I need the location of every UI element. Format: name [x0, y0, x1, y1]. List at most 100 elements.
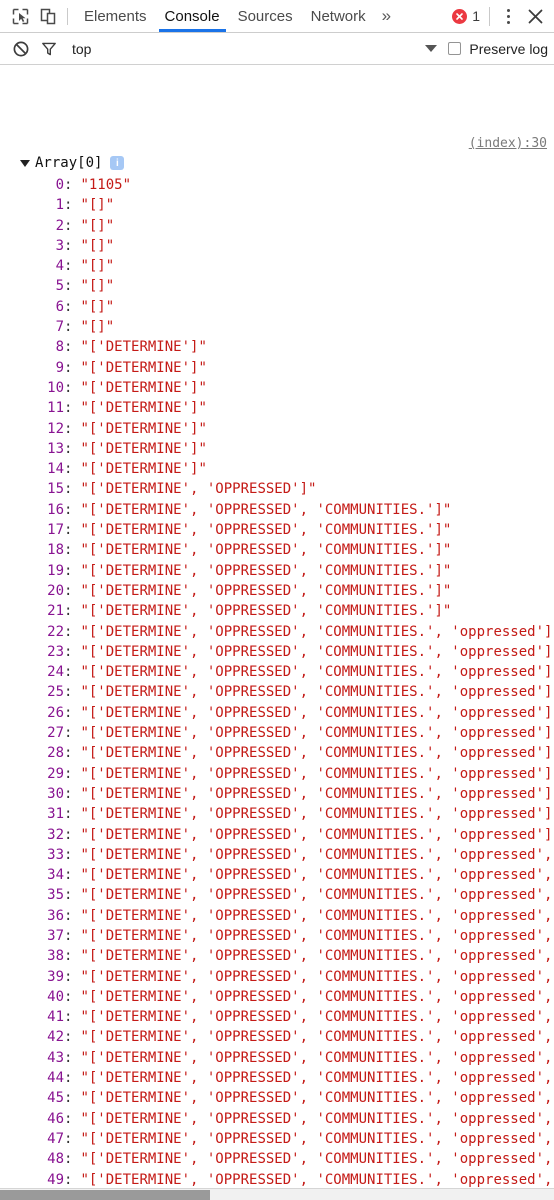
array-entry-row[interactable]: 32: "['DETERMINE', 'OPPRESSED', 'COMMUNIT…: [0, 825, 554, 845]
array-entry-value: "['DETERMINE', 'OPPRESSED', 'COMMUNITIES…: [80, 907, 554, 924]
tab-elements[interactable]: Elements: [75, 0, 156, 32]
array-entry-colon: :: [64, 1090, 73, 1107]
array-entry-row[interactable]: 23: "['DETERMINE', 'OPPRESSED', 'COMMUNIT…: [0, 642, 554, 662]
array-entry-row[interactable]: 5: "[]": [0, 276, 554, 296]
array-entry-row[interactable]: 16: "['DETERMINE', 'OPPRESSED', 'COMMUNIT…: [0, 500, 554, 520]
array-entry-row[interactable]: 18: "['DETERMINE', 'OPPRESSED', 'COMMUNIT…: [0, 540, 554, 560]
more-tabs-icon[interactable]: »: [375, 0, 398, 32]
tab-console[interactable]: Console: [156, 0, 229, 32]
array-entry-row[interactable]: 30: "['DETERMINE', 'OPPRESSED', 'COMMUNIT…: [0, 784, 554, 804]
array-entry-row[interactable]: 25: "['DETERMINE', 'OPPRESSED', 'COMMUNIT…: [0, 682, 554, 702]
more-tabs-label: »: [381, 6, 392, 25]
array-entry-row[interactable]: 40: "['DETERMINE', 'OPPRESSED', 'COMMUNIT…: [0, 987, 554, 1007]
source-link[interactable]: (index):30: [469, 136, 547, 151]
array-entry-colon: :: [64, 298, 73, 315]
horizontal-scrollbar-thumb[interactable]: [0, 1190, 210, 1200]
expand-triangle-icon[interactable]: [20, 159, 30, 167]
array-entry-row[interactable]: 48: "['DETERMINE', 'OPPRESSED', 'COMMUNIT…: [0, 1149, 554, 1169]
array-entry-row[interactable]: 49: "['DETERMINE', 'OPPRESSED', 'COMMUNIT…: [0, 1170, 554, 1190]
array-entry-row[interactable]: 35: "['DETERMINE', 'OPPRESSED', 'COMMUNIT…: [0, 885, 554, 905]
array-entry-colon: :: [64, 258, 73, 275]
execution-context-selector[interactable]: top: [63, 41, 91, 57]
array-entry-row[interactable]: 39: "['DETERMINE', 'OPPRESSED', 'COMMUNIT…: [0, 967, 554, 987]
array-entry-row[interactable]: 10: "['DETERMINE']": [0, 378, 554, 398]
chevron-down-icon[interactable]: [425, 45, 438, 52]
array-entry-row[interactable]: 17: "['DETERMINE', 'OPPRESSED', 'COMMUNIT…: [0, 520, 554, 540]
preserve-log-checkbox[interactable]: [448, 42, 462, 55]
array-entry-index: 11: [47, 400, 64, 417]
array-entry-row[interactable]: 38: "['DETERMINE', 'OPPRESSED', 'COMMUNIT…: [0, 946, 554, 966]
array-entry-row[interactable]: 31: "['DETERMINE', 'OPPRESSED', 'COMMUNIT…: [0, 804, 554, 824]
array-entry-value: "['DETERMINE', 'OPPRESSED', 'COMMUNITIES…: [80, 1009, 554, 1026]
array-entry-row[interactable]: 27: "['DETERMINE', 'OPPRESSED', 'COMMUNIT…: [0, 723, 554, 743]
array-entry-value: "[]": [80, 217, 115, 234]
array-entry-index: 30: [47, 785, 64, 802]
array-entry-row[interactable]: 45: "['DETERMINE', 'OPPRESSED', 'COMMUNIT…: [0, 1088, 554, 1108]
array-entry-colon: :: [64, 420, 73, 437]
array-entry-row[interactable]: 6: "[]": [0, 297, 554, 317]
array-entry-row[interactable]: 29: "['DETERMINE', 'OPPRESSED', 'COMMUNIT…: [0, 764, 554, 784]
clear-console-icon[interactable]: [7, 36, 35, 62]
array-entry-row[interactable]: 3: "[]": [0, 236, 554, 256]
array-entry-row[interactable]: 9: "['DETERMINE']": [0, 358, 554, 378]
array-entry-row[interactable]: 21: "['DETERMINE', 'OPPRESSED', 'COMMUNIT…: [0, 601, 554, 621]
array-entry-row[interactable]: 24: "['DETERMINE', 'OPPRESSED', 'COMMUNIT…: [0, 662, 554, 682]
array-entry-index: 45: [47, 1090, 64, 1107]
device-toolbar-icon[interactable]: [34, 3, 62, 29]
tab-network[interactable]: Network: [302, 0, 375, 32]
array-entry-row[interactable]: 46: "['DETERMINE', 'OPPRESSED', 'COMMUNIT…: [0, 1109, 554, 1129]
array-entry-colon: :: [64, 461, 73, 478]
inspect-element-icon[interactable]: [6, 3, 34, 29]
array-group-header[interactable]: Array[0] i: [20, 155, 125, 171]
array-entry-colon: :: [64, 1130, 73, 1147]
array-entry-colon: :: [64, 319, 73, 336]
array-entry-row[interactable]: 7: "[]": [0, 317, 554, 337]
info-icon[interactable]: i: [110, 156, 125, 170]
error-count-badge[interactable]: 1: [452, 8, 482, 24]
array-entry-index: 33: [47, 846, 64, 863]
array-entry-row[interactable]: 44: "['DETERMINE', 'OPPRESSED', 'COMMUNIT…: [0, 1068, 554, 1088]
array-entry-row[interactable]: 26: "['DETERMINE', 'OPPRESSED', 'COMMUNIT…: [0, 703, 554, 723]
array-entry-row[interactable]: 13: "['DETERMINE']": [0, 439, 554, 459]
array-entry-row[interactable]: 36: "['DETERMINE', 'OPPRESSED', 'COMMUNIT…: [0, 906, 554, 926]
array-entry-value: "['DETERMINE']": [80, 440, 207, 457]
array-entry-index: 1: [55, 197, 64, 214]
devtools-tab-bar: Elements Console Sources Network » 1: [0, 0, 554, 33]
array-entry-colon: :: [64, 704, 73, 721]
array-entry-row[interactable]: 15: "['DETERMINE', 'OPPRESSED']": [0, 479, 554, 499]
more-options-icon[interactable]: [496, 3, 520, 29]
horizontal-scrollbar[interactable]: [0, 1188, 554, 1200]
close-icon[interactable]: [520, 2, 550, 30]
array-entry-row[interactable]: 8: "['DETERMINE']": [0, 337, 554, 357]
array-entry-row[interactable]: 22: "['DETERMINE', 'OPPRESSED', 'COMMUNIT…: [0, 622, 554, 642]
array-entry-index: 24: [47, 664, 64, 681]
console-output-panel[interactable]: (index):30 Array[0] i 0: "1105" 1: "[]" 2: "[…: [0, 65, 554, 1200]
array-entry-row[interactable]: 1: "[]": [0, 195, 554, 215]
array-entry-row[interactable]: 19: "['DETERMINE', 'OPPRESSED', 'COMMUNIT…: [0, 561, 554, 581]
array-entry-row[interactable]: 12: "['DETERMINE']": [0, 419, 554, 439]
array-entry-row[interactable]: 28: "['DETERMINE', 'OPPRESSED', 'COMMUNIT…: [0, 743, 554, 763]
array-entry-row[interactable]: 14: "['DETERMINE']": [0, 459, 554, 479]
array-entry-value: "['DETERMINE', 'OPPRESSED', 'COMMUNITIES…: [80, 785, 554, 802]
array-entry-value: "['DETERMINE', 'OPPRESSED', 'COMMUNITIES…: [80, 725, 554, 742]
array-entry-row[interactable]: 2: "[]": [0, 216, 554, 236]
array-entry-colon: :: [64, 887, 73, 904]
array-entry-row[interactable]: 0: "1105": [0, 175, 554, 195]
array-entry-row[interactable]: 37: "['DETERMINE', 'OPPRESSED', 'COMMUNIT…: [0, 926, 554, 946]
array-entry-colon: :: [64, 217, 73, 234]
array-entry-colon: :: [64, 379, 73, 396]
array-entry-row[interactable]: 11: "['DETERMINE']": [0, 398, 554, 418]
tab-sources[interactable]: Sources: [229, 0, 302, 32]
array-entry-row[interactable]: 4: "[]": [0, 256, 554, 276]
array-entry-row[interactable]: 34: "['DETERMINE', 'OPPRESSED', 'COMMUNIT…: [0, 865, 554, 885]
array-entry-colon: :: [64, 765, 73, 782]
array-entry-row[interactable]: 20: "['DETERMINE', 'OPPRESSED', 'COMMUNIT…: [0, 581, 554, 601]
array-entry-index: 9: [55, 359, 64, 376]
array-entry-row[interactable]: 43: "['DETERMINE', 'OPPRESSED', 'COMMUNIT…: [0, 1048, 554, 1068]
tab-label: Elements: [84, 7, 147, 25]
array-entry-row[interactable]: 41: "['DETERMINE', 'OPPRESSED', 'COMMUNIT…: [0, 1007, 554, 1027]
array-entry-row[interactable]: 42: "['DETERMINE', 'OPPRESSED', 'COMMUNIT…: [0, 1027, 554, 1047]
array-entry-row[interactable]: 33: "['DETERMINE', 'OPPRESSED', 'COMMUNIT…: [0, 845, 554, 865]
filter-icon[interactable]: [35, 36, 63, 62]
array-entry-row[interactable]: 47: "['DETERMINE', 'OPPRESSED', 'COMMUNIT…: [0, 1129, 554, 1149]
